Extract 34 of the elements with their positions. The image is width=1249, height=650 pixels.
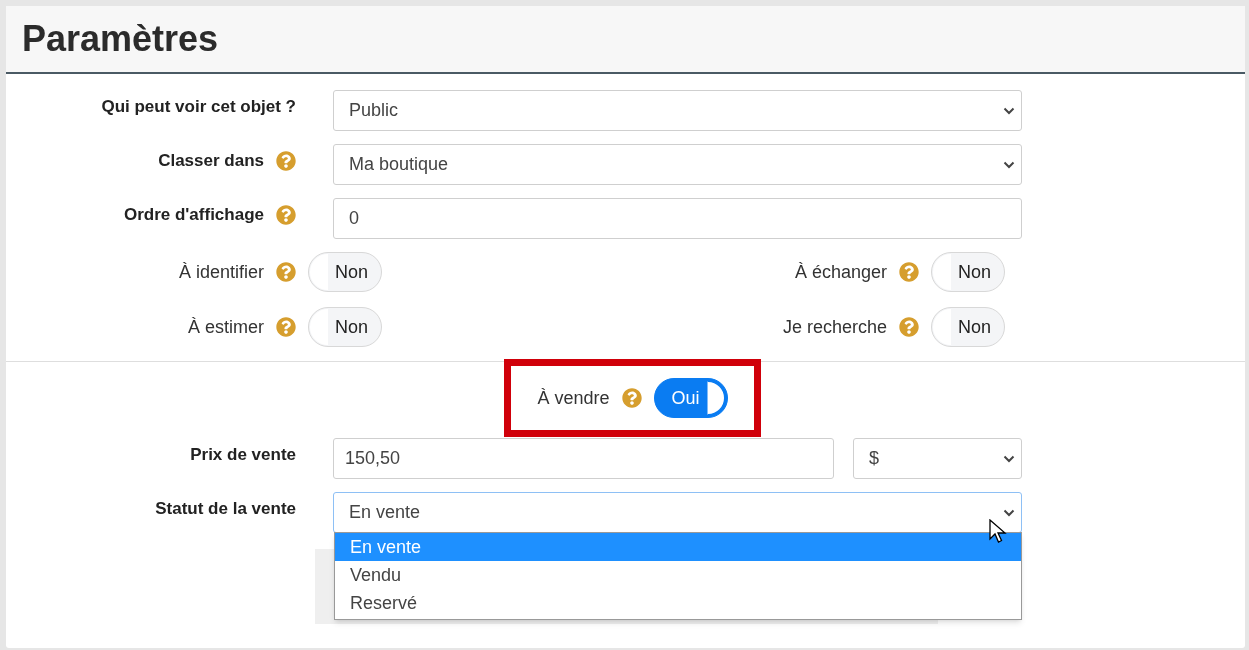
help-icon[interactable]	[621, 388, 642, 408]
input-field[interactable]: 0	[333, 198, 1022, 239]
field-label: Qui peut voir cet objet ?	[101, 96, 296, 118]
field-label: Classer dans	[158, 150, 264, 172]
field-label: Prix de vente	[190, 444, 296, 466]
toggle-label: Je recherche	[782, 315, 887, 339]
toggle-label: À estimer	[187, 315, 264, 339]
help-icon[interactable]	[276, 150, 296, 171]
field-label: Ordre d'affichage	[123, 204, 264, 226]
select-field[interactable]: Public	[333, 90, 1022, 131]
dropdown-option[interactable]: Vendu	[335, 561, 1021, 589]
select-field[interactable]: Ma boutique	[333, 144, 1022, 185]
page-title: Paramètres	[22, 17, 219, 61]
help-icon[interactable]	[276, 317, 296, 337]
toggle-switch[interactable]: Non	[931, 307, 1005, 347]
help-icon[interactable]	[899, 317, 919, 337]
toggle-label: À vendre	[537, 386, 610, 410]
price-input[interactable]: 150,50	[333, 438, 834, 479]
chevron-down-icon	[1003, 160, 1015, 169]
toggle-switch[interactable]: Non	[931, 252, 1005, 292]
toggle-switch[interactable]: Oui	[653, 378, 728, 418]
toggle-switch[interactable]: Non	[308, 252, 382, 292]
help-icon[interactable]	[899, 262, 919, 282]
toggle-switch[interactable]: Non	[308, 307, 382, 347]
chevron-down-icon	[1003, 454, 1015, 463]
toggle-label: À identifier	[178, 260, 264, 284]
toggle-label: À échanger	[794, 260, 887, 284]
field-label: Statut de la vente	[155, 498, 296, 520]
chevron-down-icon	[1003, 508, 1015, 517]
currency-select[interactable]: $	[853, 438, 1022, 479]
chevron-down-icon	[1003, 106, 1015, 115]
dropdown-option[interactable]: Reservé	[335, 589, 1021, 617]
help-icon[interactable]	[276, 262, 296, 282]
help-icon[interactable]	[276, 204, 296, 225]
